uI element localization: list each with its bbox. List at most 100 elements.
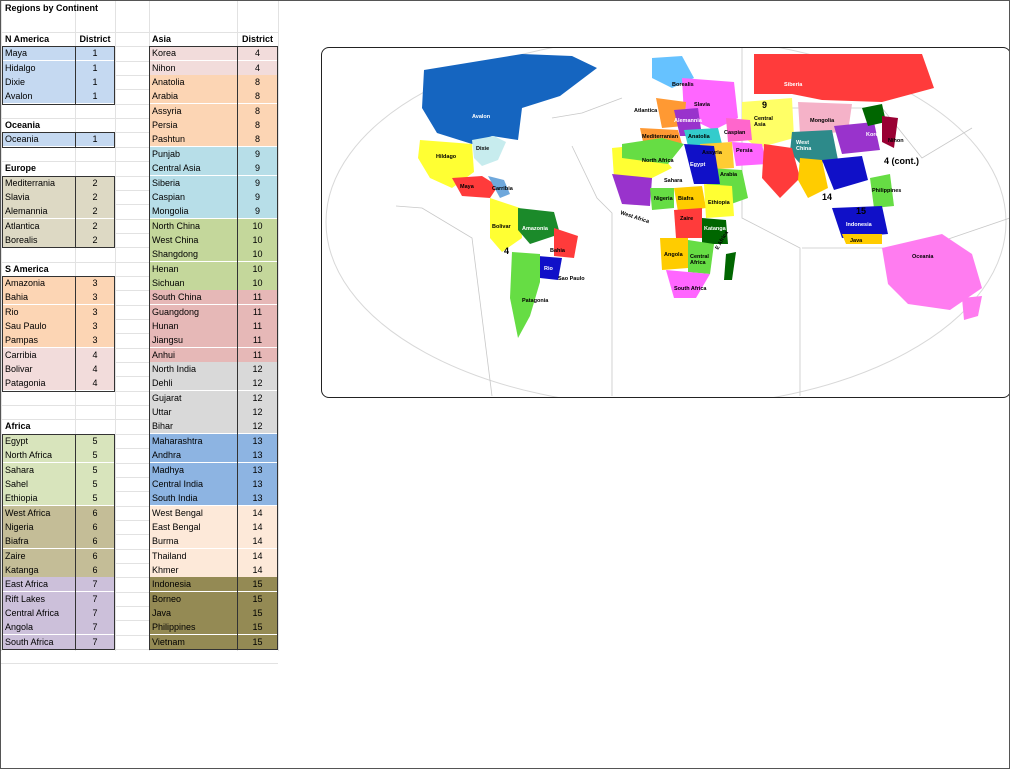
district-cell[interactable]: 7 (75, 606, 115, 620)
region-name-cell[interactable]: Persia (149, 118, 237, 133)
region-name-cell[interactable]: Java (149, 606, 237, 620)
region-name-cell[interactable]: Pashtun (149, 132, 237, 147)
region-name-cell[interactable]: Slavia (2, 189, 75, 204)
region-name-cell[interactable]: Vietnam (149, 634, 237, 649)
district-cell[interactable]: 14 (237, 562, 278, 577)
region-name-cell[interactable]: Henan (149, 261, 237, 276)
district-cell[interactable]: 1 (75, 132, 115, 147)
region-name-cell[interactable]: Thailand (149, 548, 237, 563)
region-oceania-nz[interactable] (962, 296, 982, 320)
district-cell[interactable]: 9 (237, 146, 278, 161)
district-cell[interactable]: 3 (75, 333, 115, 348)
district-cell[interactable]: 13 (237, 491, 278, 506)
region-name-cell[interactable]: Sichuan (149, 275, 237, 290)
region-name-cell[interactable]: Hunan (149, 319, 237, 333)
district-cell[interactable]: 9 (237, 175, 278, 190)
district-cell[interactable]: 4 (75, 347, 115, 362)
district-cell[interactable]: 8 (237, 75, 278, 90)
region-name-cell[interactable]: Biafra (2, 534, 75, 549)
district-cell[interactable]: 7 (75, 634, 115, 649)
district-cell[interactable]: 15 (237, 591, 278, 606)
region-name-cell[interactable]: Katanga (2, 562, 75, 577)
district-cell[interactable]: 9 (237, 189, 278, 204)
region-name-cell[interactable]: Mongolia (149, 204, 237, 219)
district-cell[interactable]: 11 (237, 333, 278, 348)
region-name-cell[interactable]: South China (149, 290, 237, 305)
district-cell[interactable]: 14 (237, 534, 278, 549)
region-name-cell[interactable]: Avalon (2, 89, 75, 104)
district-cell[interactable]: 2 (75, 204, 115, 219)
region-name-cell[interactable]: West Africa (2, 505, 75, 520)
district-cell[interactable]: 5 (75, 491, 115, 506)
region-name-cell[interactable]: West China (149, 232, 237, 247)
district-cell[interactable]: 6 (75, 534, 115, 549)
district-cell[interactable]: 8 (237, 103, 278, 118)
region-west-africa[interactable] (612, 174, 652, 206)
district-cell[interactable]: 9 (237, 204, 278, 219)
region-name-cell[interactable]: Hidalgo (2, 60, 75, 75)
district-cell[interactable]: 12 (237, 376, 278, 391)
region-name-cell[interactable]: Sahel (2, 476, 75, 491)
region-name-cell[interactable]: Ethiopia (2, 491, 75, 506)
region-name-cell[interactable]: Sahara (2, 462, 75, 477)
district-cell[interactable]: 1 (75, 89, 115, 104)
district-cell[interactable]: 15 (237, 634, 278, 649)
region-name-cell[interactable]: Korea (149, 46, 237, 61)
region-name-cell[interactable]: Dehli (149, 376, 237, 391)
district-cell[interactable]: 8 (237, 89, 278, 104)
region-zaire[interactable] (674, 208, 702, 238)
district-cell[interactable]: 12 (237, 362, 278, 377)
region-name-cell[interactable]: South India (149, 491, 237, 506)
region-name-cell[interactable]: Central Asia (149, 161, 237, 176)
region-name-cell[interactable]: North Africa (2, 448, 75, 463)
district-cell[interactable]: 10 (237, 261, 278, 276)
district-cell[interactable]: 4 (237, 46, 278, 61)
region-name-cell[interactable]: Pampas (2, 333, 75, 348)
district-cell[interactable]: 10 (237, 247, 278, 262)
region-name-cell[interactable]: Gujarat (149, 390, 237, 405)
region-siberia[interactable] (754, 54, 934, 102)
region-name-cell[interactable]: Arabia (149, 89, 237, 104)
district-cell[interactable]: 3 (75, 304, 115, 319)
district-cell[interactable]: 15 (237, 620, 278, 635)
region-name-cell[interactable]: South Africa (2, 634, 75, 649)
region-name-cell[interactable]: Guangdong (149, 304, 237, 319)
region-name-cell[interactable]: Rift Lakes (2, 591, 75, 606)
region-name-cell[interactable]: Madhya (149, 462, 237, 477)
district-cell[interactable]: 2 (75, 189, 115, 204)
district-cell[interactable]: 12 (237, 419, 278, 434)
district-cell[interactable]: 12 (237, 405, 278, 420)
district-cell[interactable]: 5 (75, 476, 115, 491)
region-name-cell[interactable]: Bolivar (2, 362, 75, 377)
district-cell[interactable]: 11 (237, 319, 278, 333)
region-name-cell[interactable]: Punjab (149, 146, 237, 161)
region-name-cell[interactable]: Sau Paulo (2, 319, 75, 333)
district-cell[interactable]: 13 (237, 433, 278, 448)
region-name-cell[interactable]: Central India (149, 476, 237, 491)
district-cell[interactable]: 14 (237, 548, 278, 563)
region-name-cell[interactable]: Angola (2, 620, 75, 635)
region-name-cell[interactable]: Egypt (2, 433, 75, 448)
region-name-cell[interactable]: Borealis (2, 232, 75, 247)
region-name-cell[interactable]: North India (149, 362, 237, 377)
region-name-cell[interactable]: Borneo (149, 591, 237, 606)
region-name-cell[interactable]: East Africa (2, 577, 75, 592)
district-cell[interactable]: 10 (237, 232, 278, 247)
region-name-cell[interactable]: Bahia (2, 290, 75, 305)
region-name-cell[interactable]: Khmer (149, 562, 237, 577)
district-cell[interactable]: 5 (75, 433, 115, 448)
region-name-cell[interactable]: Maya (2, 46, 75, 61)
region-name-cell[interactable]: North China (149, 218, 237, 233)
district-cell[interactable]: 4 (237, 60, 278, 75)
district-cell[interactable]: 7 (75, 591, 115, 606)
district-cell[interactable]: 5 (75, 448, 115, 463)
region-name-cell[interactable]: Maharashtra (149, 433, 237, 448)
region-avalon[interactable] (422, 54, 597, 144)
region-name-cell[interactable]: West Bengal (149, 505, 237, 520)
region-south-africa[interactable] (666, 270, 710, 298)
region-name-cell[interactable]: Shangdong (149, 247, 237, 262)
district-cell[interactable]: 4 (75, 362, 115, 377)
district-cell[interactable]: 15 (237, 577, 278, 592)
region-name-cell[interactable]: Mediterrania (2, 175, 75, 190)
region-patagonia[interactable] (510, 252, 540, 338)
